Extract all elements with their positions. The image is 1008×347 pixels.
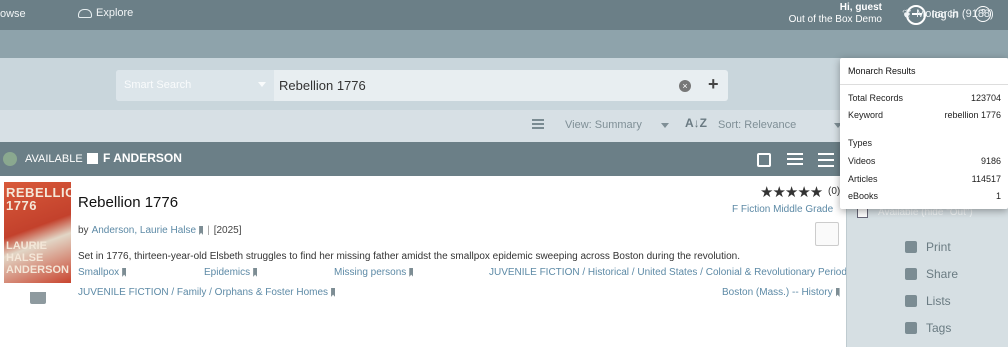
list-view-icon[interactable] [532, 119, 544, 129]
chevron-down-icon [258, 82, 266, 87]
guest-greeting: Hi, guest Out of the Box Demo [789, 2, 882, 26]
subject-link[interactable]: Epidemics [204, 267, 258, 278]
chevron-down-icon [661, 123, 669, 128]
sort-select[interactable]: Sort: Relevance [718, 119, 796, 131]
book-icon [30, 292, 46, 304]
by-prefix: by [78, 225, 89, 236]
add-list-icon[interactable] [787, 153, 803, 167]
share-button[interactable]: Share [905, 267, 958, 281]
org-name: Out of the Box Demo [788, 14, 882, 25]
monarch-link[interactable]: ❦ Monarch (9188) [902, 7, 994, 21]
bookmark-icon [87, 152, 98, 164]
result-title[interactable]: Rebellion 1776 [78, 194, 178, 211]
location-text: F ANDERSON [103, 151, 182, 165]
popup-title: Monarch Results [848, 66, 916, 76]
menu-icon[interactable] [818, 153, 834, 167]
explore-icon [78, 8, 92, 18]
nav-explore[interactable]: Explore [78, 7, 133, 19]
result-description: Set in 1776, thirteen-year-old Elsbeth s… [78, 251, 741, 262]
pub-year: [2025] [213, 225, 242, 236]
share-icon [905, 268, 917, 280]
type-row[interactable]: Articles 114517 [848, 174, 1001, 184]
sort-icon[interactable]: A↓Z [685, 116, 707, 130]
rating-stars[interactable]: ★★★★★ [760, 183, 823, 201]
subject-link[interactable]: Boston (Mass.) -- History [722, 287, 840, 298]
subject-link[interactable]: Smallpox [78, 267, 127, 278]
calendar-icon[interactable] [757, 153, 771, 167]
type-row[interactable]: Videos 9186 [848, 156, 1001, 166]
nav-bar [0, 30, 1008, 58]
location-label: F ANDERSON [87, 151, 182, 165]
monarch-results-popup: Monarch Results Total Records 123704 Keyw… [840, 58, 1008, 209]
search-mode-label: Smart Search [124, 79, 192, 91]
greeting-text: Hi, guest [839, 2, 882, 13]
book-cover[interactable]: REBELLION 1776 LAURIE HALSE ANDERSON [4, 182, 71, 283]
total-records-row: Total Records 123704 [848, 93, 1001, 103]
available-icon [3, 152, 17, 166]
available-label: AVAILABLE [25, 153, 83, 165]
butterfly-icon: ❦ [902, 7, 913, 21]
print-button[interactable]: Print [905, 240, 951, 254]
call-number[interactable]: F Fiction Middle Grade [732, 204, 833, 215]
type-row[interactable]: eBooks 1 [848, 191, 1001, 201]
lists-button[interactable]: Lists [905, 294, 951, 308]
explore-label: Explore [96, 7, 134, 19]
monarch-label: Monarch (9188) [916, 8, 994, 20]
list-icon [905, 295, 917, 307]
author-link[interactable]: Anderson, Laurie Halse [92, 225, 197, 236]
types-heading: Types [848, 138, 873, 148]
cover-title: REBELLION 1776 [6, 185, 71, 213]
clear-icon[interactable]: × [679, 80, 691, 92]
bookmark-icon[interactable] [199, 226, 204, 235]
view-select[interactable]: View: Summary [565, 119, 642, 131]
keyword-row: Keyword rebellion 1776 [848, 110, 1001, 120]
subject-link[interactable]: Missing persons [334, 267, 414, 278]
search-mode-select[interactable]: Smart Search [116, 70, 274, 101]
cover-author: LAURIE HALSE ANDERSON [6, 240, 69, 276]
byline: by Anderson, Laurie Halse | [2025] [78, 225, 242, 236]
subject-link[interactable]: JUVENILE FICTION / Historical / United S… [489, 267, 859, 278]
nav-browse[interactable]: owse [0, 8, 26, 20]
rating-count: (0) [828, 186, 841, 197]
subject-link[interactable]: JUVENILE FICTION / Family / Orphans & Fo… [78, 287, 336, 298]
search-input[interactable]: Rebellion 1776 [279, 78, 366, 93]
library-icon[interactable] [815, 222, 839, 246]
tag-icon [905, 322, 917, 334]
tags-button[interactable]: Tags [905, 321, 951, 335]
add-search-button[interactable]: + [708, 74, 719, 95]
printer-icon [905, 241, 917, 253]
